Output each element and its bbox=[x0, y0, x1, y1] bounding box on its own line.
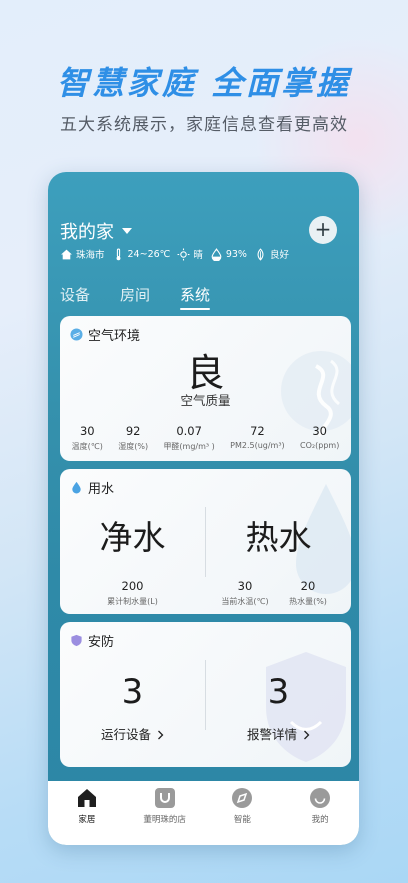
thermometer-icon bbox=[116, 248, 120, 260]
metric-temperature: 30 温度(℃) bbox=[71, 424, 103, 451]
leaf-icon bbox=[257, 247, 264, 261]
nav-home[interactable]: 家居 bbox=[52, 787, 122, 825]
tab-devices[interactable]: 设备 bbox=[60, 284, 90, 305]
weather-condition: 晴 bbox=[177, 247, 203, 261]
water-divider bbox=[205, 507, 206, 577]
alarm-count: 3 bbox=[267, 672, 290, 712]
profile-icon bbox=[310, 788, 331, 808]
alarm-details-link[interactable]: 报警详情 bbox=[206, 724, 351, 743]
phone-screen: 我的家 + 珠海市 24~26℃ 晴 93% 良好 设备 房间 系统 空气环境 … bbox=[48, 172, 359, 845]
add-button[interactable]: + bbox=[309, 216, 337, 244]
home-icon bbox=[77, 789, 96, 807]
air-environment-card[interactable]: 空气环境 良 空气质量 30 温度(℃) 92 湿度(%) 0.07 甲醛(mg… bbox=[60, 316, 351, 461]
water-card-title: 用水 bbox=[70, 478, 114, 497]
security-card[interactable]: 安防 3 3 运行设备 报警详情 bbox=[60, 622, 351, 767]
smart-icon bbox=[232, 788, 253, 808]
weather-city: 珠海市 bbox=[60, 247, 105, 261]
security-card-title: 安防 bbox=[70, 631, 114, 650]
air-icon bbox=[70, 328, 83, 341]
tab-rooms[interactable]: 房间 bbox=[120, 284, 150, 305]
store-icon bbox=[154, 788, 175, 808]
hot-water-label: 热水 bbox=[245, 518, 312, 557]
metric-co2: 30 CO₂(ppm) bbox=[300, 424, 340, 450]
sun-icon bbox=[177, 248, 190, 260]
nav-store[interactable]: 董明珠的店 bbox=[130, 787, 200, 825]
humidity-icon bbox=[211, 247, 222, 261]
chevron-right-icon bbox=[158, 730, 164, 740]
metric-formaldehyde: 0.07 甲醛(mg/m³ ) bbox=[163, 424, 215, 451]
metric-humidity: 92 湿度(%) bbox=[118, 424, 149, 451]
home-selector[interactable]: 我的家 bbox=[60, 218, 132, 244]
chevron-right-icon bbox=[304, 730, 310, 740]
weather-temperature: 24~26℃ bbox=[112, 248, 170, 261]
weather-bar: 珠海市 24~26℃ 晴 93% 良好 bbox=[60, 247, 289, 261]
home-name: 我的家 bbox=[60, 222, 114, 243]
water-card[interactable]: 用水 净水 热水 200 累计制水量(L) 30 当前水温(℃) 20 热水量(… bbox=[60, 469, 351, 614]
nav-profile[interactable]: 我的 bbox=[285, 787, 355, 825]
metric-pm25: 72 PM2.5(ug/m³) bbox=[230, 424, 285, 450]
security-divider bbox=[205, 660, 206, 730]
home-small-icon bbox=[61, 249, 72, 259]
tab-systems[interactable]: 系统 bbox=[180, 284, 211, 310]
promo-subline: 五大系统展示，家庭信息查看更高效 bbox=[60, 115, 348, 135]
air-grade-label: 空气质量 bbox=[180, 393, 231, 408]
weather-humidity: 93% bbox=[210, 247, 247, 261]
nav-smart[interactable]: 智能 bbox=[207, 787, 277, 825]
shield-icon bbox=[71, 634, 82, 647]
tab-bar: 设备 房间 系统 bbox=[60, 284, 211, 310]
current-water-temp: 30 当前水温(℃) bbox=[221, 579, 269, 606]
water-drop-icon bbox=[72, 481, 81, 494]
air-grade: 良 bbox=[186, 351, 225, 395]
running-device-count: 3 bbox=[121, 672, 144, 712]
promo-headline: 智慧家庭 全面掌握 bbox=[56, 64, 352, 102]
caret-down-icon bbox=[122, 228, 132, 234]
weather-air: 良好 bbox=[254, 247, 289, 261]
purified-total: 200 累计制水量(L) bbox=[107, 579, 158, 606]
purified-water-label: 净水 bbox=[99, 518, 166, 557]
running-devices-link[interactable]: 运行设备 bbox=[60, 724, 205, 743]
hot-water-amount: 20 热水量(%) bbox=[289, 579, 327, 606]
air-metrics: 30 温度(℃) 92 湿度(%) 0.07 甲醛(mg/m³ ) 72 PM2… bbox=[60, 424, 351, 452]
bottom-navbar: 家居 董明珠的店 智能 我的 bbox=[48, 781, 359, 845]
